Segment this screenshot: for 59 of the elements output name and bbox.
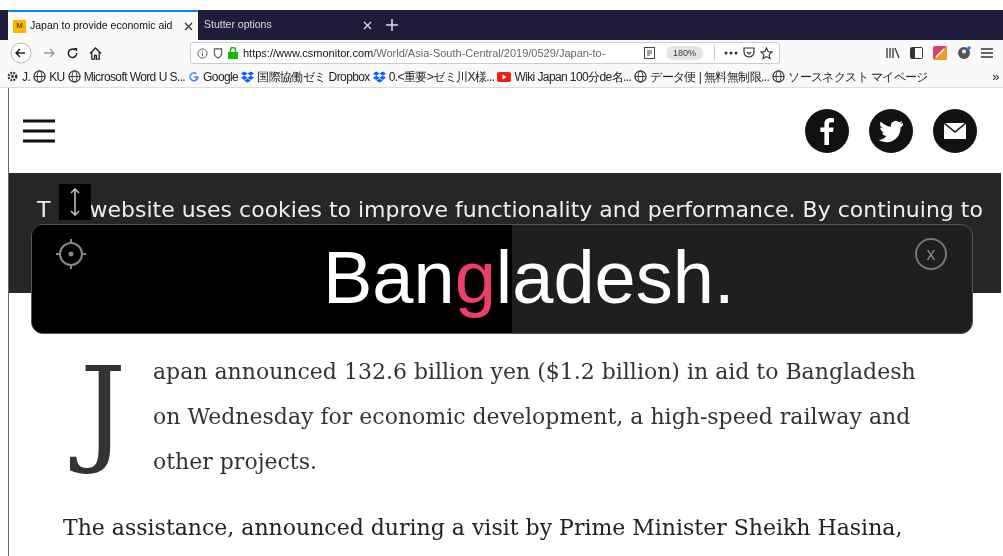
bookmark-item[interactable]: 国際協働ゼミ [257, 67, 326, 86]
close-button[interactable]: x [915, 238, 947, 270]
menu-icon[interactable] [23, 118, 55, 143]
new-tab-icon[interactable] [386, 19, 398, 31]
more-icon[interactable] [724, 51, 738, 55]
sidebar-icon[interactable] [910, 47, 923, 59]
pocket-icon[interactable] [743, 47, 755, 59]
forward-icon[interactable] [42, 46, 56, 60]
tab-title: Japan to provide economic aid [30, 18, 174, 34]
lock-icon [228, 47, 238, 59]
bookmark-item[interactable]: Wiki Japan 100分de名... [514, 67, 632, 86]
google-g-icon [188, 70, 201, 83]
email-icon[interactable] [933, 108, 977, 153]
reader-view-icon[interactable] [643, 47, 655, 59]
cookie-notice-text: T [37, 196, 51, 224]
article-paragraph: apan announced 132.6 billion yen ($1.2 billion) in aid to Bangladesh on Wednesday for economic development, a high-speed railway and other projects. [153, 358, 917, 476]
settings-icon[interactable] [55, 238, 87, 270]
reader-word: Bangladesh. [323, 235, 735, 321]
star-icon[interactable] [760, 46, 773, 60]
facebook-icon[interactable] [805, 108, 849, 153]
dropbox-icon [372, 70, 386, 83]
bookmark-item[interactable]: J. [22, 67, 31, 86]
bookmark-item[interactable]: Google [203, 67, 239, 86]
globe-icon [634, 70, 648, 83]
bookmark-item[interactable]: Microsoft Word [83, 67, 156, 86]
bookmark-item[interactable]: Dropbox [328, 67, 370, 86]
close-icon[interactable] [184, 21, 193, 31]
youtube-icon [497, 71, 512, 82]
bookmark-item[interactable]: ソースネクスト マイページ [788, 67, 928, 86]
bookmark-item[interactable]: U S... [158, 67, 186, 86]
bookmark-item[interactable]: KU [49, 67, 65, 86]
back-icon[interactable] [10, 42, 32, 64]
globe-icon [772, 70, 786, 83]
shield-icon [213, 47, 223, 59]
dropbox-icon [241, 70, 255, 83]
site-favicon: M [13, 19, 26, 33]
library-icon[interactable] [886, 47, 900, 59]
account-icon[interactable] [957, 46, 971, 60]
twitter-bird-icon[interactable] [869, 108, 913, 153]
globe-icon [67, 70, 81, 83]
home-icon[interactable] [89, 46, 102, 60]
bookmark-item[interactable]: データ便 [650, 67, 696, 86]
cookie-notice-text: website uses cookies to improve functionality and performance. By continuing to [89, 196, 983, 224]
globe-icon [33, 70, 47, 83]
bookmark-item[interactable]: | 無料無制限... [698, 67, 770, 86]
reload-icon[interactable] [66, 46, 79, 60]
bookmark-item[interactable]: 0.<重要>ゼミ川X様... [388, 67, 495, 86]
url-text: https://www.csmonitor.com/World/Asia-South-Central/2019/0529/Japan-to- [243, 45, 607, 61]
bookmarks-overflow-button[interactable]: » [992, 66, 999, 87]
move-icon[interactable] [59, 184, 91, 220]
address-bar[interactable]: https://www.csmonitor.com/World/Asia-South-Central/2019/0529/Japan-to- 180% [190, 42, 780, 64]
tab-title: Stutter options [204, 17, 273, 33]
drop-cap: J [53, 335, 153, 485]
browser-tab[interactable]: Stutter options [198, 10, 378, 40]
extension-icon[interactable] [933, 46, 947, 60]
info-icon [197, 47, 208, 59]
article-paragraph: The assistance, announced during a visit by Prime Minister Sheikh Hasina, [62, 514, 904, 542]
browser-tab[interactable]: M Japan to provide economic aid [8, 10, 198, 40]
zoom-level-badge[interactable]: 180% [665, 46, 703, 60]
